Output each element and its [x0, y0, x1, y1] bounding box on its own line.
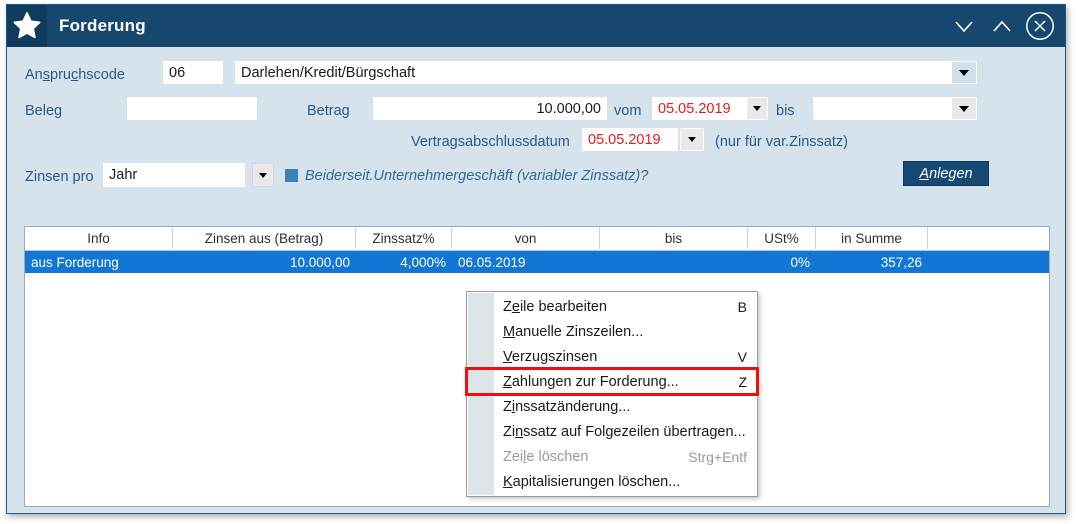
- column-header-ust[interactable]: USt%: [748, 227, 816, 249]
- anspruchscode-label: Anspruchscode: [25, 67, 125, 83]
- bis-date-dropdown-button[interactable]: [951, 97, 977, 120]
- close-circle-icon[interactable]: [1023, 9, 1057, 43]
- window-titlebar: Forderung: [7, 5, 1065, 47]
- column-header-zinsen-aus[interactable]: Zinsen aus (Betrag): [173, 227, 356, 249]
- chevron-up-icon[interactable]: [985, 9, 1019, 43]
- context-menu-item-4[interactable]: Zahlungen zur Forderung... Z: [465, 367, 759, 396]
- context-menu-item-6[interactable]: Zinssatz auf Folgezeilen übertragen...: [467, 419, 757, 444]
- zinsen-pro-select[interactable]: Jahr: [103, 163, 245, 187]
- context-menu-item-shortcut: V: [737, 348, 747, 365]
- unternehmergeschaeft-checkbox[interactable]: [285, 169, 298, 182]
- context-menu-item-label: Zinssatzänderung...: [503, 398, 631, 415]
- vertragsabschlussdatum-label: Vertragsabschlussdatum: [411, 134, 570, 150]
- column-header-in-summe[interactable]: in Summe: [816, 227, 928, 249]
- context-menu-item-1[interactable]: Zeile bearbeiten B: [467, 294, 757, 319]
- beleg-label: Beleg: [25, 103, 63, 119]
- bis-label: bis: [776, 103, 795, 119]
- context-menu-item-label: Manuelle Zinszeilen...: [503, 323, 644, 340]
- screenshot-root: Forderung Anspruchscode 06 Darlehen/Kred…: [0, 0, 1076, 524]
- forderung-window: Forderung Anspruchscode 06 Darlehen/Kred…: [6, 4, 1066, 514]
- column-header-info[interactable]: Info: [25, 227, 173, 249]
- grid-header-row: Info Zinsen aus (Betrag) Zinssatz% von b…: [25, 227, 1049, 251]
- betrag-input[interactable]: 10.000,00: [373, 97, 607, 120]
- context-menu-item-7: Zeile löschen Strg+Entf: [467, 444, 757, 469]
- zinsen-pro-label: Zinsen pro: [25, 169, 94, 185]
- context-menu-item-8[interactable]: Kapitalisierungen löschen...: [467, 469, 757, 494]
- context-menu-item-label: Kapitalisierungen löschen...: [503, 473, 681, 490]
- context-menu-item-shortcut: Strg+Entf: [688, 448, 747, 465]
- unternehmergeschaeft-label: Beiderseit.Unternehmergeschäft (variable…: [305, 168, 649, 184]
- betrag-label: Betrag: [307, 103, 350, 119]
- context-menu-item-label: Zinssatz auf Folgezeilen übertragen...: [503, 423, 746, 440]
- window-title: Forderung: [59, 16, 146, 35]
- context-menu-item-label: Zahlungen zur Forderung...: [503, 373, 679, 390]
- chevron-down-icon: [959, 69, 969, 76]
- context-menu-item-label: Zeile bearbeiten: [503, 298, 608, 315]
- context-menu-item-shortcut: B: [737, 298, 747, 315]
- chevron-down-icon: [259, 172, 267, 178]
- context-menu-item-shortcut: Z: [738, 373, 747, 390]
- context-menu-item-2[interactable]: Manuelle Zinszeilen...: [467, 319, 757, 344]
- beleg-input[interactable]: [127, 97, 257, 120]
- vom-date-input[interactable]: 05.05.2019: [652, 97, 746, 120]
- anspruchscode-code-input[interactable]: 06: [163, 61, 223, 84]
- context-menu-items: Zeile bearbeiten B Manuelle Zinszeilen... V…: [465, 294, 759, 494]
- cell-zinsen-aus: 10.000,00: [289, 254, 350, 270]
- context-menu: Zeile bearbeiten B Manuelle Zinszeilen... V…: [465, 291, 759, 497]
- cell-zinssatz: 4,000%: [400, 254, 446, 270]
- window-controls: [947, 5, 1057, 47]
- column-header-von[interactable]: von: [452, 227, 600, 249]
- cell-in-summe: 357,26: [880, 254, 922, 270]
- context-menu-item-3[interactable]: Verzugszinsen V: [467, 344, 757, 369]
- context-menu-item-label: Verzugszinsen: [503, 348, 598, 365]
- anlegen-rest: nlegen: [929, 165, 973, 182]
- chevron-down-icon: [753, 106, 761, 111]
- context-menu-item-label: Zeile löschen: [503, 448, 589, 465]
- anspruchscode-text-input[interactable]: Darlehen/Kredit/Bürgschaft: [235, 61, 951, 84]
- cell-info: aus Forderung: [31, 254, 119, 270]
- chevron-down-icon: [959, 105, 969, 112]
- chevron-down-icon[interactable]: [947, 9, 981, 43]
- vertragsabschluss-hint: (nur für var.Zinssatz): [715, 134, 848, 150]
- vom-label: vom: [614, 103, 642, 119]
- anlegen-button-label: Anlegen: [919, 166, 972, 182]
- anspruchscode-dropdown-button[interactable]: [951, 61, 977, 84]
- cell-bis: [600, 251, 748, 273]
- cell-ust: 0%: [790, 254, 810, 270]
- zinsen-pro-dropdown-button[interactable]: [252, 163, 274, 187]
- table-row[interactable]: aus Forderung 10.000,00 4,000% 06.05.201…: [25, 251, 1049, 273]
- bis-date-input[interactable]: [813, 97, 951, 120]
- vertragsabschlussdatum-dropdown-button[interactable]: [680, 128, 704, 151]
- vom-date-dropdown-button[interactable]: [746, 97, 768, 120]
- chevron-down-icon: [688, 137, 696, 142]
- star-icon: [7, 5, 47, 47]
- context-menu-item-5[interactable]: Zinssatzänderung...: [467, 394, 757, 419]
- column-header-bis[interactable]: bis: [600, 227, 748, 249]
- cell-von: 06.05.2019: [458, 254, 526, 270]
- anlegen-button[interactable]: Anlegen: [903, 161, 989, 186]
- form-area: Anspruchscode 06 Darlehen/Kredit/Bürgsch…: [7, 47, 1065, 219]
- vertragsabschlussdatum-input[interactable]: 05.05.2019: [582, 128, 678, 151]
- anlegen-mnemonic: A: [919, 165, 930, 182]
- column-header-zinssatz[interactable]: Zinssatz%: [356, 227, 452, 249]
